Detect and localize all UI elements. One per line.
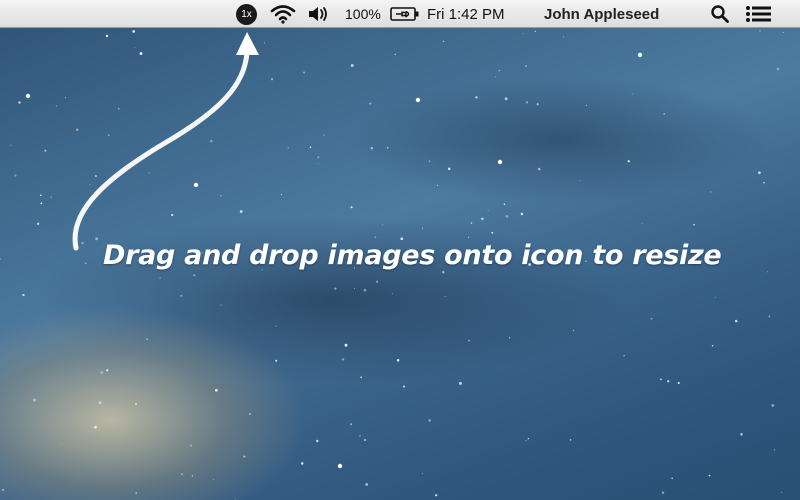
instruction-caption: Drag and drop images onto icon to resize <box>103 240 722 271</box>
